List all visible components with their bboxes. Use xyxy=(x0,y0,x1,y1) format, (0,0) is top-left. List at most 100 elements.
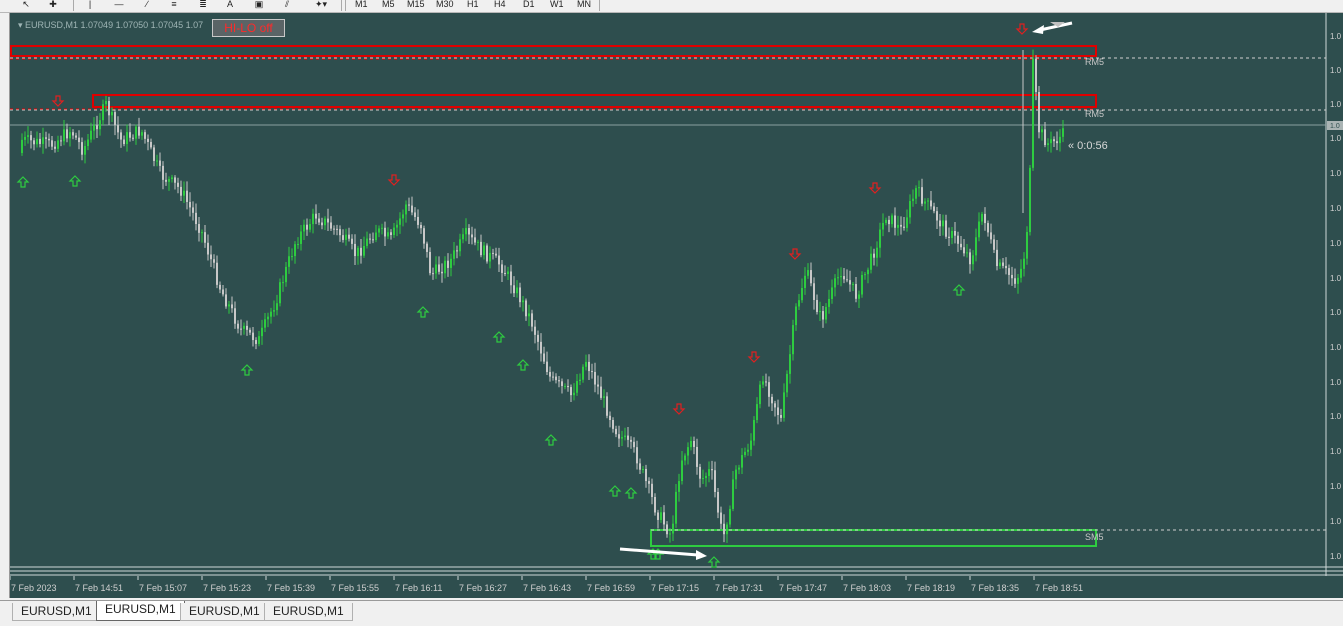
candle-body xyxy=(306,224,308,230)
candle-body xyxy=(954,231,956,236)
timeframe-d1-button[interactable]: D1 xyxy=(520,0,538,11)
candle-body xyxy=(180,186,182,196)
chart-tab-4[interactable]: EURUSD,M1 xyxy=(264,603,353,621)
candle-body xyxy=(846,279,848,281)
candle-body xyxy=(831,287,833,299)
timeframe-m1-button[interactable]: M1 xyxy=(352,0,371,11)
candle-body xyxy=(441,271,443,274)
candle-body xyxy=(477,241,479,243)
vertical-line-icon[interactable]: | xyxy=(85,0,95,11)
candle-body xyxy=(213,259,215,263)
text-tool-icon[interactable]: A xyxy=(224,0,236,11)
timeframe-m5-button[interactable]: M5 xyxy=(379,0,398,11)
candle-body xyxy=(102,104,104,121)
buy-signal-arrow-icon xyxy=(544,434,558,446)
chart-tab-3[interactable]: EURUSD,M1 xyxy=(180,603,269,621)
fibonacci-fan-icon[interactable]: ≣ xyxy=(195,0,211,11)
candle-body xyxy=(78,137,80,143)
candle-body xyxy=(528,313,530,317)
price-chart[interactable]: RM5 RM5 SM5 « 0:0:56 1.0 1.0 1.0 1.0 1.0 1.0 1.0 1.… xyxy=(10,13,1343,598)
candle-body xyxy=(480,241,482,256)
timeframe-mn-button[interactable]: MN xyxy=(574,0,594,11)
candle-body xyxy=(1041,129,1043,133)
candle-body xyxy=(840,276,842,278)
channel-icon[interactable]: ⫽ xyxy=(280,0,294,11)
timeframe-w1-button[interactable]: W1 xyxy=(547,0,567,11)
candle-body xyxy=(360,247,362,256)
candle-body xyxy=(372,239,374,241)
candle-body xyxy=(87,139,89,147)
chart-tab-bar: EURUSD,M1 EURUSD,M1 EURUSD,M1 EURUSD,M1 xyxy=(0,600,1343,626)
candle-body xyxy=(147,138,149,142)
candle-body xyxy=(1032,58,1034,168)
horizontal-line-icon[interactable]: — xyxy=(112,0,126,11)
chart-tab-1[interactable]: EURUSD,M1 xyxy=(12,603,101,621)
candle-body xyxy=(621,437,623,439)
timeframe-h1-button[interactable]: H1 xyxy=(464,0,482,11)
candle-body xyxy=(672,523,674,534)
candle-body xyxy=(1059,136,1061,144)
candle-body xyxy=(783,392,785,418)
candle-body xyxy=(192,207,194,213)
timeframe-h4-button[interactable]: H4 xyxy=(491,0,509,11)
candle-body xyxy=(315,213,317,219)
toolbar-separator xyxy=(341,0,342,11)
candle-body xyxy=(267,316,269,320)
candle-body xyxy=(762,381,764,385)
timeframe-m30-button[interactable]: M30 xyxy=(433,0,457,11)
candle-body xyxy=(228,304,230,307)
chart-tab-2[interactable]: EURUSD,M1 xyxy=(96,601,185,621)
candle-body xyxy=(546,361,548,373)
shapes-dropdown-icon[interactable]: ✦▾ xyxy=(308,0,334,11)
candle-body xyxy=(1011,274,1013,279)
sell-signal-arrow-icon xyxy=(672,403,686,415)
candle-body xyxy=(756,404,758,421)
sell-signal-arrow-icon xyxy=(788,248,802,260)
candle-body xyxy=(114,112,116,126)
hilo-toggle-button[interactable]: HI-LO off xyxy=(212,19,285,37)
candle-body xyxy=(24,136,26,140)
candle-body xyxy=(171,177,173,180)
candle-body xyxy=(60,140,62,142)
collapse-triangle-icon[interactable]: ▾ xyxy=(18,20,25,30)
candle-body xyxy=(159,160,161,166)
candle-body xyxy=(963,247,965,254)
candle-body xyxy=(336,228,338,230)
candle-body xyxy=(507,271,509,274)
timeframe-m15-button[interactable]: M15 xyxy=(404,0,428,11)
candle-body xyxy=(789,354,791,374)
time-axis-label: 7 Feb 16:11 xyxy=(395,583,442,593)
candle-body xyxy=(702,478,704,480)
price-axis-label: 1.0 xyxy=(1330,66,1342,75)
time-axis-label: 7 Feb 15:23 xyxy=(203,583,251,593)
candle-body xyxy=(423,228,425,244)
candle-body xyxy=(885,219,887,223)
candle-body xyxy=(738,467,740,470)
candle-body xyxy=(45,137,47,139)
text-label-icon[interactable]: ▣ xyxy=(252,0,266,11)
candle-body xyxy=(981,213,983,222)
candle-body xyxy=(705,475,707,479)
candle-body xyxy=(132,137,134,139)
candle-body xyxy=(615,428,617,435)
trendline-icon[interactable]: ∕ xyxy=(140,0,154,11)
candle-body xyxy=(570,387,572,396)
candle-body xyxy=(120,132,122,140)
candle-body xyxy=(741,455,743,468)
crosshair-icon[interactable]: ✚ xyxy=(46,0,60,11)
candle-body xyxy=(768,382,770,397)
cursor-icon[interactable]: ↖ xyxy=(20,0,32,11)
buy-signal-arrow-icon xyxy=(16,176,30,188)
chart-area[interactable]: RM5 RM5 SM5 « 0:0:56 1.0 1.0 1.0 1.0 1.0 1.0 1.0 1.… xyxy=(9,13,1343,598)
price-axis-label: 1.0 xyxy=(1330,169,1342,178)
price-axis-label: 1.0 xyxy=(1330,134,1342,143)
candle-body xyxy=(123,139,125,145)
candle-body xyxy=(903,226,905,228)
candle-body xyxy=(1029,167,1031,233)
candle-body xyxy=(867,269,869,275)
candle-body xyxy=(612,420,614,429)
candle-body xyxy=(72,132,74,136)
candle-body xyxy=(750,440,752,450)
fibonacci-icon[interactable]: ≡ xyxy=(166,0,182,11)
candle-body xyxy=(735,469,737,480)
